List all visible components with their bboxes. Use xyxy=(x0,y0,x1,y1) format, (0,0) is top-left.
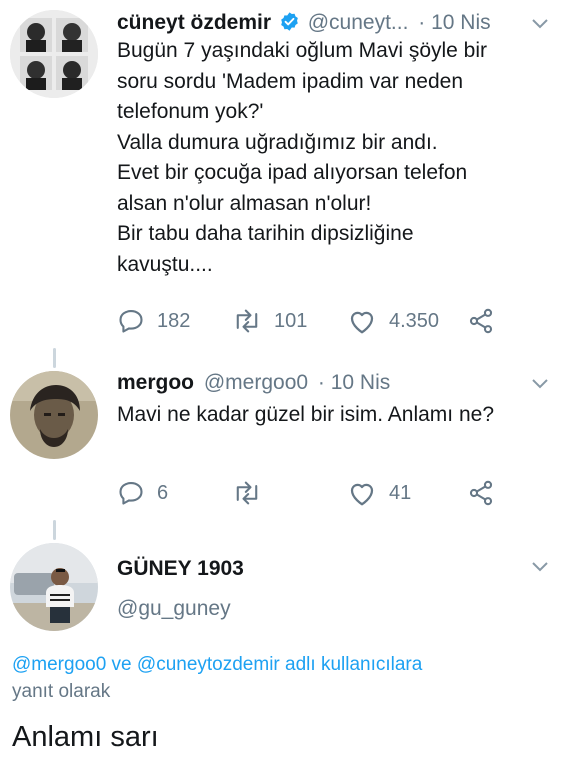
avatar-mergoo[interactable] xyxy=(10,371,98,459)
avatar-image xyxy=(10,10,98,98)
reply-context-connector: ve xyxy=(106,654,137,675)
reply-icon xyxy=(119,482,143,505)
tweet3-handle[interactable]: @gu_guney xyxy=(117,597,231,621)
avatar-guney[interactable] xyxy=(10,543,98,631)
retweet-icon xyxy=(236,309,258,333)
reply-icon xyxy=(119,310,143,333)
heart-icon xyxy=(350,483,374,506)
retweet-button[interactable] xyxy=(232,479,262,507)
like-button[interactable]: 4.350 xyxy=(347,307,439,335)
tweet1-line: kavuştu.... xyxy=(117,252,213,276)
retweet-count: 101 xyxy=(274,309,308,332)
tweet1-line: Bir tabu daha tarihin dipsizliğine xyxy=(117,222,414,245)
chevron-down-icon[interactable] xyxy=(531,378,549,390)
avatar-cuneyt[interactable] xyxy=(10,10,98,98)
mention-link-mergoo[interactable]: @mergoo0 xyxy=(12,654,106,675)
tweet1-line: Valla dumura uğradığımız bir andı. xyxy=(117,130,438,154)
tweet1-handle[interactable]: @cuneyt... xyxy=(308,11,409,34)
reply-count: 182 xyxy=(157,309,191,332)
reply-context-line2: yanıt olarak xyxy=(12,681,111,702)
tweet2-header: mergoo @mergoo0 · 10 Nis xyxy=(117,371,390,395)
share-icon[interactable] xyxy=(467,479,495,507)
tweet1-time[interactable]: · 10 Nis xyxy=(418,11,490,34)
tweet2-handle[interactable]: @mergoo0 xyxy=(204,371,308,394)
like-count: 41 xyxy=(389,481,412,504)
tweet2-text: Mavi ne kadar güzel bir isim. Anlamı ne? xyxy=(117,403,495,426)
heart-icon xyxy=(350,311,374,334)
tweet1-name[interactable]: cüneyt özdemir xyxy=(117,11,271,34)
thread-connector xyxy=(53,348,56,368)
like-button[interactable]: 41 xyxy=(347,479,411,507)
thread-connector xyxy=(53,520,56,540)
tweet1-text: Bugün 7 yaşındaki oğlum Mavi şöyle bir s… xyxy=(117,36,557,280)
chevron-down-icon[interactable] xyxy=(531,561,549,573)
reply-context: @mergoo0 ve @cuneytozdemir adlı kullanıc… xyxy=(12,651,557,705)
retweet-button[interactable]: 101 xyxy=(232,307,307,335)
share-icon[interactable] xyxy=(467,307,495,335)
tweet2-time[interactable]: · 10 Nis xyxy=(318,371,390,394)
tweet3-text: Anlamı sarı xyxy=(12,721,159,753)
verified-icon xyxy=(279,11,300,38)
reply-count: 6 xyxy=(157,481,169,504)
tweet1-line: soru sordu 'Madem ipadim var neden xyxy=(117,69,464,93)
reply-context-suffix: adlı kullanıcılara xyxy=(279,654,423,675)
avatar-image xyxy=(10,543,98,631)
chevron-down-icon[interactable] xyxy=(531,18,549,30)
tweet2-name[interactable]: mergoo xyxy=(117,371,194,394)
tweet1-line: telefonum yok?' xyxy=(117,100,264,123)
reply-button[interactable]: 6 xyxy=(117,479,168,507)
reply-button[interactable]: 182 xyxy=(117,307,190,335)
tweet1-line: Bugün 7 yaşındaki oğlum Mavi şöyle bir xyxy=(117,39,488,62)
tweet1-header: cüneyt özdemir @cuneyt... · 10 Nis xyxy=(117,11,491,38)
avatar-image xyxy=(10,371,98,459)
retweet-icon xyxy=(236,481,258,505)
mention-link-cuneyt[interactable]: @cuneytozdemir xyxy=(137,654,280,675)
like-count: 4.350 xyxy=(389,309,440,332)
tweet1-line: Evet bir çocuğa ipad alıyorsan telefon xyxy=(117,161,468,184)
tweet1-line: alsan n'olur almasan n'olur! xyxy=(117,191,372,215)
tweet3-name[interactable]: GÜNEY 1903 xyxy=(117,557,244,581)
